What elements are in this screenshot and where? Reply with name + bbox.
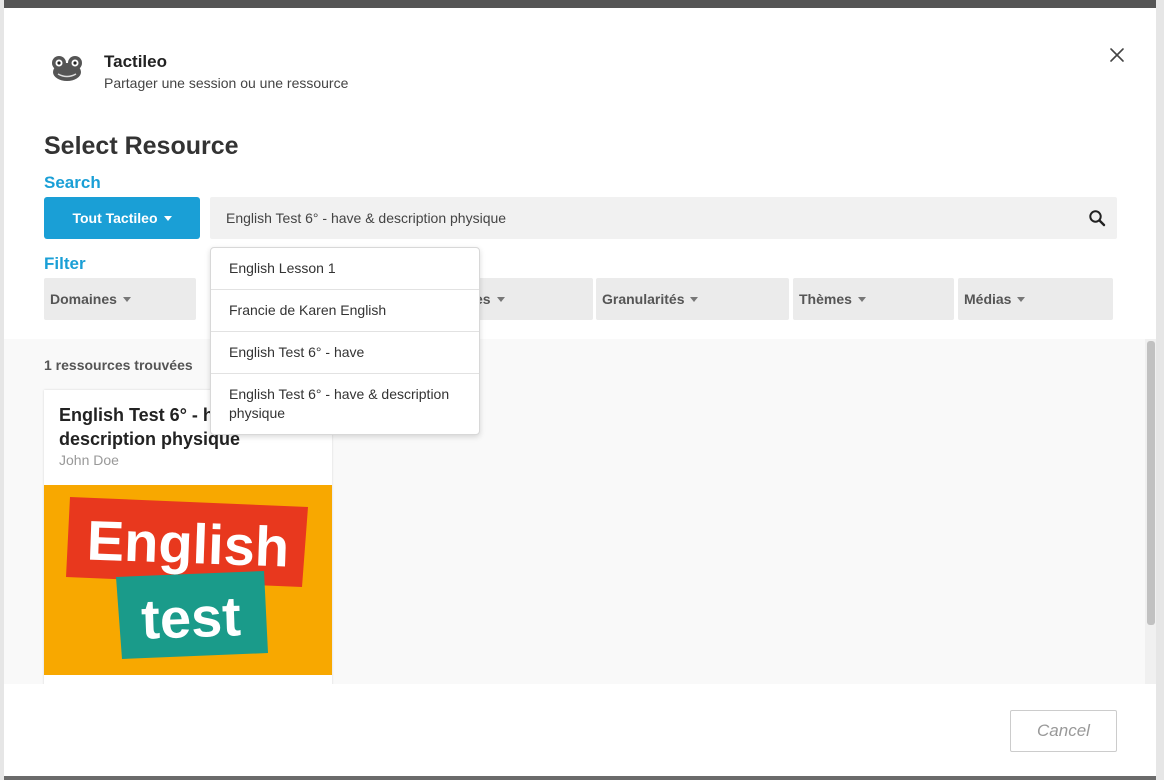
autocomplete-item[interactable]: Francie de Karen English [211,290,479,332]
filter-medias-label: Médias [964,291,1012,307]
search-label: Search [44,173,101,192]
caret-down-icon [496,296,505,302]
search-icon[interactable] [1088,209,1106,227]
filter-themes-label: Thèmes [799,291,852,307]
caret-down-icon [163,215,172,221]
search-box [210,197,1117,239]
caret-down-icon [122,296,131,302]
thumb-text-test: test [140,584,242,650]
scrollbar-thumb[interactable] [1147,341,1155,625]
search-input[interactable] [210,197,1080,239]
modal-header: Tactileo Partager une session ou une res… [4,8,1156,118]
results-area: 1 ressources trouvées English Test 6° - … [4,339,1145,684]
filter-label: Filter [44,254,86,273]
thumb-text-english: English [86,508,290,578]
filter-medias[interactable]: Médias [958,278,1113,320]
caret-down-icon [690,296,699,302]
close-icon[interactable] [1106,44,1128,66]
app-subtitle: Partager une session ou une ressource [104,75,349,91]
autocomplete-item[interactable]: English Test 6° - have [211,332,479,374]
resource-author: John Doe [59,452,119,468]
page-title: Select Resource [44,132,239,160]
autocomplete-dropdown: English Lesson 1 Francie de Karen Englis… [210,247,480,435]
frog-logo-icon [52,56,82,81]
results-count: 1 ressources trouvées [44,357,193,373]
search-scope-dropdown[interactable]: Tout Tactileo [44,197,200,239]
autocomplete-item[interactable]: English Lesson 1 [211,248,479,290]
caret-down-icon [857,296,866,302]
backdrop-right [1156,0,1164,780]
search-scope-label: Tout Tactileo [72,210,158,226]
resource-thumbnail: English test [44,485,332,675]
english-test-image: English test [44,485,332,675]
scrollbar[interactable] [1145,339,1156,684]
filter-domaines-label: Domaines [50,291,117,307]
modal-footer: Cancel [4,684,1156,776]
filter-domaines[interactable]: Domaines [44,278,196,320]
app-name: Tactileo [104,52,167,71]
caret-down-icon [1017,296,1026,302]
share-modal: Tactileo Partager une session ou une res… [4,8,1156,776]
filter-granularites[interactable]: Granularités [596,278,789,320]
backdrop [0,0,1164,8]
filter-granularites-label: Granularités [602,291,685,307]
cancel-button[interactable]: Cancel [1010,710,1117,752]
filter-themes[interactable]: Thèmes [793,278,954,320]
autocomplete-item[interactable]: English Test 6° - have & description phy… [211,374,479,434]
